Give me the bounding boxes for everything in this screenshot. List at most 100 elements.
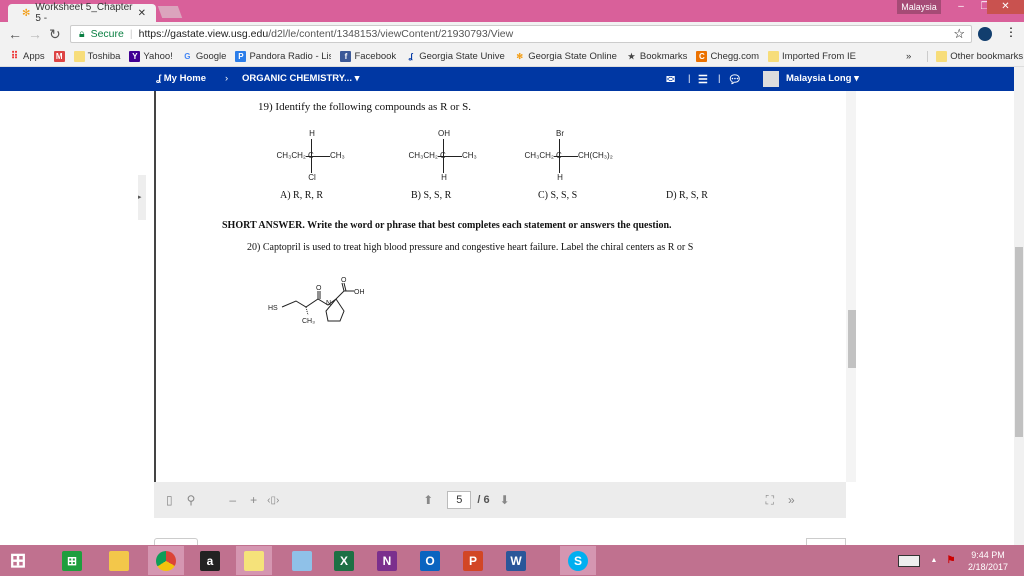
document-page: 19) Identify the following compounds as …	[154, 91, 856, 482]
question-number: 19)	[258, 101, 273, 113]
calculator-icon[interactable]	[288, 546, 316, 575]
bookmark-gsu[interactable]: ʆ Georgia State Univers	[405, 50, 506, 62]
oh-label: OH	[354, 289, 365, 296]
page-total: / 6	[477, 494, 490, 506]
store-icon[interactable]: ⊞	[58, 546, 86, 575]
bookmark-label: Pandora Radio - Listen	[249, 50, 332, 62]
sticky-notes-icon[interactable]	[236, 546, 272, 575]
bookmark-google[interactable]: G Google	[182, 51, 226, 62]
pager-buttons[interactable]	[806, 538, 846, 545]
pandora-icon: P	[235, 50, 247, 62]
zoom-out-icon[interactable]: –	[229, 493, 236, 507]
bookmark-imported[interactable]: Imported From IE	[768, 50, 856, 62]
address-bar[interactable]: 🔒︎ Secure | https://gastate.view.usg.edu…	[70, 25, 972, 43]
d2l-navbar: ʆ My Home › ORGANIC CHEMISTRY... ▾ ✉ | ☰…	[0, 67, 1014, 91]
forward-icon[interactable]: →	[28, 26, 42, 42]
new-tab-button[interactable]	[157, 6, 183, 18]
bookmark-bookmarks[interactable]: ★ Bookmarks	[626, 51, 688, 62]
page-number-input[interactable]: 5	[447, 491, 472, 509]
chrome-icon[interactable]	[148, 546, 184, 575]
taskbar: ⊞ ⊞ a X N O P W S ▲ ⚑ 9:44 PM 2/18/2017	[0, 545, 1024, 576]
action-center-flag-icon[interactable]: ⚑	[944, 546, 958, 575]
keyboard-icon[interactable]	[896, 546, 922, 575]
windows-start-icon[interactable]: ⊞	[4, 546, 32, 575]
bookmark-gsu-online[interactable]: ✻ Georgia State Online	[514, 51, 617, 62]
option-c: C) S, S, S	[538, 190, 578, 201]
fullscreen-icon[interactable]: ⛶	[766, 493, 774, 508]
clock[interactable]: 9:44 PM 2/18/2017	[968, 549, 1008, 573]
bond-horizontal	[554, 156, 578, 157]
n-label: N	[326, 300, 331, 307]
facebook-icon: f	[340, 50, 352, 62]
bookmark-label: Other bookmarks	[950, 50, 1024, 62]
show-hidden-icons[interactable]: ▲	[928, 546, 940, 575]
bookmark-gmail[interactable]: M	[53, 50, 65, 62]
download-button[interactable]	[154, 538, 198, 545]
profile-badge[interactable]: Malaysia	[897, 0, 941, 14]
menu-icon[interactable]: ⋮	[1005, 25, 1017, 39]
yahoo-icon: Y	[129, 50, 141, 62]
onenote-icon[interactable]: N	[373, 546, 401, 575]
next-page-icon[interactable]: ⬇	[500, 493, 510, 507]
chat-icon[interactable]: 💬︎	[728, 73, 742, 86]
bookmark-toshiba[interactable]: Toshiba	[73, 50, 120, 62]
previous-page-icon[interactable]: ⬆	[423, 493, 433, 507]
substituent-top: H	[309, 129, 315, 138]
other-bookmarks[interactable]: Other bookmarks	[927, 50, 1024, 62]
breadcrumb-chevron-icon: ›	[225, 73, 229, 84]
side-panel-toggle[interactable]: ▸	[138, 175, 146, 220]
page-scroll-thumb[interactable]	[1015, 247, 1023, 437]
gsu-online-icon: ✻	[516, 51, 524, 61]
bookmark-yahoo[interactable]: Y Yahoo!	[129, 50, 173, 62]
search-icon[interactable]: ⚲	[187, 493, 196, 507]
user-name: Malaysia Long	[786, 73, 852, 84]
close-window-button[interactable]: ✕	[987, 0, 1024, 14]
amazon-icon[interactable]: a	[196, 546, 224, 575]
bookmark-pandora[interactable]: PPandora Radio - Listen	[235, 50, 332, 62]
zoom-in-icon[interactable]: +	[250, 493, 257, 507]
reload-icon[interactable]: ↻	[49, 26, 61, 43]
bookmark-label: Apps	[23, 50, 45, 62]
document-scrollbar[interactable]	[846, 91, 856, 482]
course-label: ORGANIC CHEMISTRY...	[242, 73, 352, 84]
question-text: Identify the following compounds as R or…	[275, 101, 471, 113]
user-menu[interactable]: Malaysia Long ▾	[786, 73, 859, 84]
explorer-icon[interactable]	[105, 546, 133, 575]
bookmark-label: Georgia State Online	[528, 50, 617, 62]
my-home-link[interactable]: ʆ My Home	[156, 73, 206, 84]
word-icon[interactable]: W	[502, 546, 530, 575]
tab-title: Worksheet 5_Chapter 5 -	[35, 2, 133, 24]
star-icon: ★	[627, 51, 635, 61]
bookmark-facebook[interactable]: f Facebook	[340, 50, 396, 62]
bookmark-star-icon[interactable]: ☆	[953, 26, 965, 42]
secure-label: Secure	[90, 28, 124, 40]
back-icon[interactable]: ←	[8, 26, 22, 42]
bookmark-apps[interactable]: ⠿ Apps	[9, 51, 45, 62]
outlook-icon[interactable]: O	[416, 546, 444, 575]
ch3-label: CH₃	[302, 318, 315, 325]
subscriptions-icon[interactable]: ☰	[698, 73, 708, 86]
avatar[interactable]	[763, 71, 779, 87]
fit-width-icon[interactable]: ‹▯›	[267, 495, 279, 506]
bookmarks-overflow[interactable]: »	[906, 51, 911, 62]
extension-icon[interactable]	[978, 27, 992, 41]
mail-icon[interactable]: ✉	[666, 73, 675, 86]
more-chevron-icon[interactable]: »	[788, 493, 795, 507]
excel-icon[interactable]: X	[330, 546, 358, 575]
sidebar-toggle-icon[interactable]: ▯	[166, 493, 173, 507]
minimize-button[interactable]: –	[948, 0, 974, 14]
document-scroll-thumb[interactable]	[848, 310, 856, 368]
bookmark-chegg[interactable]: C Chegg.com	[696, 50, 760, 62]
course-selector[interactable]: ORGANIC CHEMISTRY... ▾	[242, 73, 359, 84]
url-text: https://gastate.view.usg.edu/d2l/le/cont…	[139, 28, 514, 40]
substituent-top: OH	[438, 129, 450, 138]
section-heading: SHORT ANSWER. Write the word or phrase t…	[222, 220, 672, 231]
skype-icon[interactable]: S	[560, 546, 596, 575]
browser-tab[interactable]: ✻ Worksheet 5_Chapter 5 - ✕	[8, 2, 156, 24]
close-tab-icon[interactable]: ✕	[138, 8, 146, 19]
o-label: O	[341, 277, 347, 284]
bookmark-label: Chegg.com	[710, 50, 760, 62]
powerpoint-icon[interactable]: P	[459, 546, 487, 575]
bond-horizontal	[306, 156, 330, 157]
bookmark-label: Georgia State Univers	[419, 50, 506, 62]
